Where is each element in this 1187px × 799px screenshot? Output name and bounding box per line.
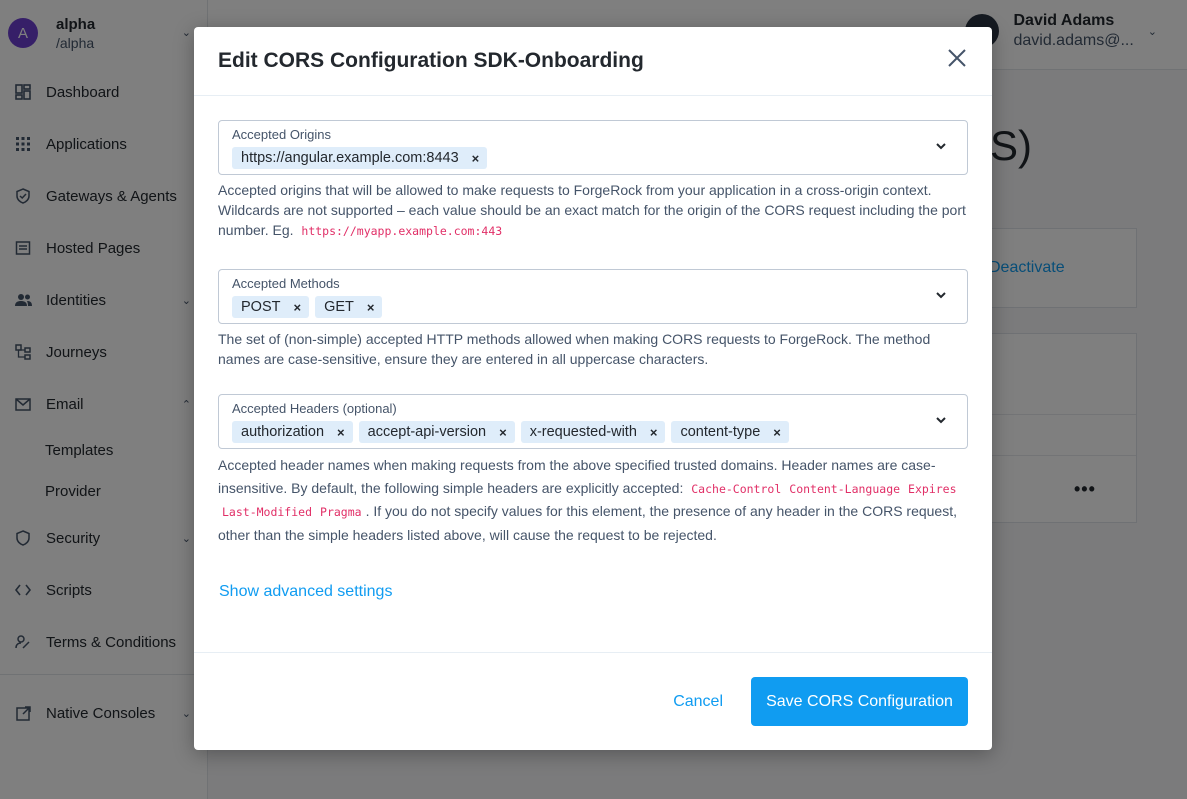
tag-header: content-type × (671, 421, 789, 443)
headers-help-text: Accepted header names when making reques… (218, 454, 968, 546)
tag-text: https://angular.example.com:8443 (241, 150, 459, 166)
tag-text: POST (241, 299, 281, 315)
code-example: Cache-Control (691, 481, 782, 496)
accepted-origins-field[interactable]: Accepted Origins https://angular.example… (218, 120, 968, 175)
modal-title: Edit CORS Configuration SDK-Onboarding (218, 49, 644, 72)
tag-text: authorization (241, 424, 325, 440)
tag-text: x-requested-with (529, 424, 637, 440)
tag-list: authorization × accept-api-version × x-req… (232, 421, 795, 443)
remove-tag-icon[interactable]: × (773, 425, 781, 440)
modal-footer: Cancel Save CORS Configuration (194, 652, 992, 750)
remove-tag-icon[interactable]: × (367, 300, 375, 315)
code-example: Expires (908, 481, 957, 496)
chevron-down-icon[interactable] (935, 289, 947, 301)
code-example: Pragma (320, 505, 362, 519)
tag-list: POST × GET × (232, 296, 388, 318)
modal-header: Edit CORS Configuration SDK-Onboarding (194, 27, 992, 96)
edit-cors-modal: Edit CORS Configuration SDK-Onboarding A… (194, 27, 992, 750)
modal-body: Accepted Origins https://angular.example… (194, 96, 992, 546)
field-label: Accepted Origins (232, 127, 331, 142)
remove-tag-icon[interactable]: × (337, 425, 345, 440)
code-example: https://myapp.example.com:443 (301, 224, 503, 238)
show-advanced-settings-link[interactable]: Show advanced settings (219, 583, 392, 601)
tag-header: accept-api-version × (358, 421, 515, 443)
tag-text: accept-api-version (367, 424, 487, 440)
tag-header: authorization × (232, 421, 353, 443)
remove-tag-icon[interactable]: × (472, 151, 480, 166)
accepted-headers-field[interactable]: Accepted Headers (optional) authorizatio… (218, 394, 968, 449)
code-example: Last-Modified (222, 505, 313, 519)
chevron-down-icon[interactable] (935, 140, 947, 152)
tag-header: x-requested-with × (520, 421, 666, 443)
field-label: Accepted Headers (optional) (232, 401, 397, 416)
methods-help-text: The set of (non-simple) accepted HTTP me… (218, 331, 931, 367)
tag-origin: https://angular.example.com:8443 × (232, 147, 488, 169)
code-example: Content-Language (789, 481, 901, 496)
accepted-methods-field[interactable]: Accepted Methods POST × GET × (218, 269, 968, 324)
tag-text: GET (324, 299, 354, 315)
remove-tag-icon[interactable]: × (499, 425, 507, 440)
origins-help-text: Accepted origins that will be allowed to… (218, 180, 968, 241)
tag-text: content-type (680, 424, 761, 440)
tag-list: https://angular.example.com:8443 × (232, 147, 493, 169)
save-cors-configuration-button[interactable]: Save CORS Configuration (751, 677, 968, 726)
cancel-button[interactable]: Cancel (673, 693, 723, 711)
remove-tag-icon[interactable]: × (293, 300, 301, 315)
close-icon[interactable] (948, 49, 968, 69)
tag-method: GET × (315, 296, 383, 318)
remove-tag-icon[interactable]: × (650, 425, 658, 440)
tag-method: POST × (232, 296, 310, 318)
chevron-down-icon[interactable] (935, 414, 947, 426)
field-label: Accepted Methods (232, 276, 340, 291)
